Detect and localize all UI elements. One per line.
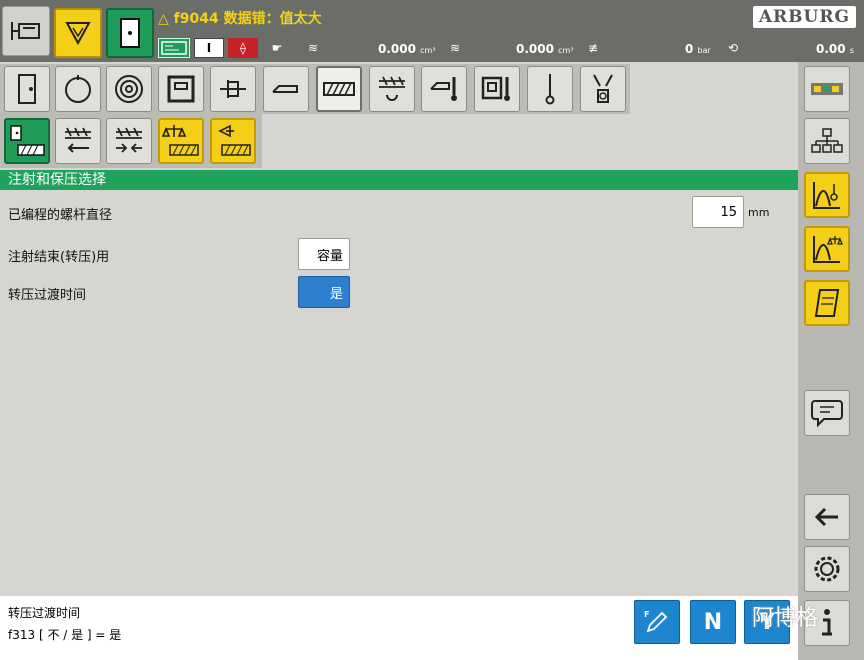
alarm-text: 数据错：值太大 — [223, 11, 322, 27]
gear-icon — [814, 556, 840, 582]
no-button[interactable]: N — [690, 600, 736, 644]
notes-button[interactable] — [804, 280, 850, 326]
screw-diameter-field[interactable]: 15 — [692, 196, 744, 228]
screw-compress-icon — [116, 127, 142, 153]
circle-icon — [65, 75, 91, 103]
hand-icon: ☛ — [271, 41, 283, 55]
screw-retract-tool[interactable] — [55, 118, 101, 164]
volume-value-1: 0.000 cm³ — [378, 42, 436, 56]
ticket-icon — [158, 38, 190, 58]
door-icon — [18, 74, 36, 104]
transition-time-label: 转压过渡时间 — [8, 288, 87, 303]
core-pull-icon — [272, 85, 298, 93]
led-status-button[interactable] — [804, 66, 850, 112]
spiral-icon — [115, 75, 143, 103]
thermometer-icon — [430, 77, 457, 101]
door-screw-icon — [10, 125, 45, 156]
mold-tool[interactable] — [158, 66, 204, 112]
scroll-icon — [814, 289, 840, 317]
status-row: I ⟠ ☛ ≋ 0.000 cm³ ≋ 0.000 cm³ ≢ 0 bar ⟲ … — [158, 36, 862, 60]
svg-text:F: F — [644, 610, 649, 619]
screw-compress-tool[interactable] — [106, 118, 152, 164]
door-button[interactable] — [106, 8, 154, 58]
injection-end-label: 注射结束(转压)用 — [8, 250, 110, 265]
cylinder-temp-tool[interactable] — [421, 66, 467, 112]
top-bar: △ f9044 数据错：值太大 ARBURG I ⟠ ☛ ≋ 0.000 cm³… — [0, 0, 864, 62]
volume-value-2: 0.000 cm³ — [516, 42, 574, 56]
settings-button[interactable] — [804, 546, 850, 592]
probe-tool[interactable] — [527, 66, 573, 112]
network-icon — [811, 128, 843, 153]
warning-icon: △ — [158, 11, 169, 27]
arrow-left-icon — [814, 507, 838, 527]
screw-diameter-unit: mm — [748, 206, 770, 219]
mold-close-button[interactable] — [54, 8, 102, 58]
door-icon — [120, 18, 140, 48]
network-button[interactable] — [804, 118, 850, 164]
screw-pressure-icon: ≢ — [587, 41, 599, 55]
door-tool[interactable] — [4, 66, 50, 112]
balance-screw-icon — [162, 125, 199, 156]
injection-tool[interactable] — [316, 66, 362, 112]
brand-logo: ARBURG — [752, 6, 856, 28]
injection-graph-button[interactable] — [804, 172, 850, 218]
valve-icon: ⟠ — [228, 38, 258, 58]
help-panel: 转压过渡时间 f313 [ 不 / 是 ] = 是 F N Y — [0, 596, 798, 660]
machine-icon-button[interactable] — [2, 6, 50, 56]
robot-tool[interactable] — [580, 66, 626, 112]
ejector-tool[interactable] — [210, 66, 256, 112]
holding-pressure-tool[interactable] — [158, 118, 204, 164]
time-value: 0.00 s — [816, 42, 854, 56]
screw-back-icon — [65, 127, 91, 153]
mold-temp-tool[interactable] — [474, 66, 520, 112]
led-icon — [811, 83, 843, 95]
dosing-icon — [379, 76, 405, 101]
pressure-value: 0 bar — [685, 42, 711, 56]
pencil-icon: F — [644, 610, 668, 633]
pressure-graph-button[interactable] — [804, 226, 850, 272]
arrow-screw-icon — [218, 124, 251, 156]
cycle-icon: ⟲ — [727, 41, 739, 55]
transition-time-select[interactable]: 是 — [298, 276, 350, 308]
screw-volume-icon: ≋ — [307, 41, 319, 55]
screw-diameter-label: 已编程的螺杆直径 — [8, 208, 113, 223]
mold-icon — [167, 75, 195, 103]
machine-icon — [11, 22, 40, 40]
screw-icon — [323, 82, 355, 96]
injection-overview-tool[interactable] — [4, 118, 50, 164]
watermark-brand: 阿博格 — [752, 606, 819, 631]
curve-graph-icon — [813, 182, 840, 209]
message-button[interactable] — [804, 390, 850, 436]
probe-icon — [545, 74, 555, 105]
alarm-code: f9044 — [173, 11, 219, 27]
info-icon — [822, 609, 832, 636]
function-toolbar — [0, 64, 630, 114]
back-button[interactable] — [804, 494, 850, 540]
help-parameter: f313 [ 不 / 是 ] = 是 — [8, 628, 122, 642]
no-icon: N — [703, 609, 723, 635]
spiral-tool[interactable] — [106, 66, 152, 112]
injection-end-select[interactable]: 容量 — [298, 238, 350, 270]
screw-back-icon: ≋ — [449, 41, 461, 55]
speech-bubble-icon — [811, 400, 843, 428]
ejector-icon — [220, 80, 246, 98]
dosing-tool[interactable] — [369, 66, 415, 112]
mold-thermometer-icon — [481, 76, 510, 101]
sub-toolbar — [0, 114, 262, 168]
triangle-down-icon — [65, 22, 91, 46]
gripper-icon — [593, 74, 613, 103]
balance-graph-icon — [813, 236, 843, 263]
core-pull-tool[interactable] — [263, 66, 309, 112]
alarm-message[interactable]: △ f9044 数据错：值太大 — [158, 8, 322, 28]
injection-profile-tool[interactable] — [210, 118, 256, 164]
edit-button[interactable]: F — [634, 600, 680, 644]
help-title: 转压过渡时间 — [8, 606, 81, 620]
info-icon: I — [194, 38, 224, 58]
section-title: 注射和保压选择 — [0, 170, 798, 190]
cycle-tool[interactable] — [55, 66, 101, 112]
right-sidebar — [798, 62, 864, 660]
